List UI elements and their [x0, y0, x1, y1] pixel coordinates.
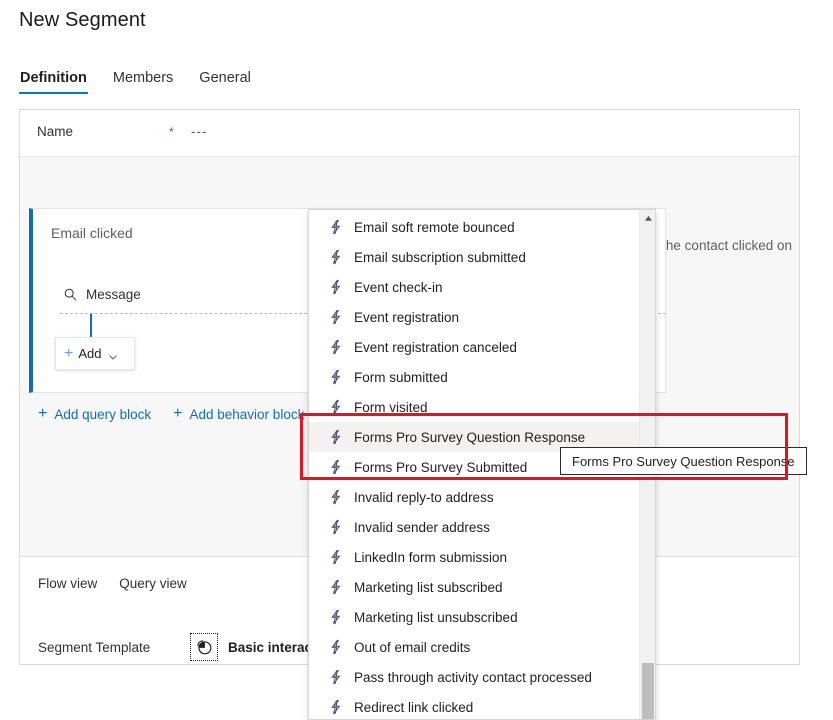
- segment-template-row: Segment Template Basic interaction: [38, 633, 337, 661]
- tab-members-label: Members: [112, 70, 174, 86]
- tab-members[interactable]: Members: [112, 70, 174, 94]
- dropdown-item-label: Event registration: [354, 309, 460, 325]
- dropdown-item[interactable]: Event registration canceled: [309, 332, 641, 362]
- plus-icon: +: [173, 405, 183, 422]
- lightning-bolt-icon: [329, 249, 343, 265]
- lightning-bolt-icon: [329, 639, 343, 655]
- scrollbar-thumb[interactable]: [642, 663, 654, 719]
- dropdown-item[interactable]: Invalid sender address: [309, 512, 641, 542]
- lightning-bolt-icon: [329, 309, 343, 325]
- dropdown-item[interactable]: Marketing list unsubscribed: [309, 602, 641, 632]
- tabstrip: Definition Members General: [19, 70, 252, 94]
- dropdown-item[interactable]: Pass through activity contact processed: [309, 662, 641, 692]
- pie-chart-icon: [190, 633, 218, 661]
- dropdown-item-label: LinkedIn form submission: [354, 549, 508, 565]
- lightning-bolt-icon: [329, 669, 343, 685]
- segment-template-label: Segment Template: [38, 639, 151, 655]
- dropdown-item-label: Forms Pro Survey Question Response: [354, 429, 586, 445]
- add-behavior-block-label: Add behavior block: [189, 406, 305, 422]
- tab-query-view[interactable]: Query view: [119, 576, 187, 591]
- tab-definition[interactable]: Definition: [19, 70, 88, 94]
- dropdown-item[interactable]: Marketing list subscribed: [309, 572, 641, 602]
- dropdown-item-label: Out of email credits: [354, 639, 471, 655]
- tab-general[interactable]: General: [198, 70, 252, 94]
- dropdown-item-label: Invalid sender address: [354, 519, 490, 535]
- lightning-bolt-icon: [329, 339, 343, 355]
- dropdown-item-label: Form visited: [354, 399, 428, 415]
- lightning-bolt-icon: [329, 579, 343, 595]
- dropdown-item[interactable]: Event check-in: [309, 272, 641, 302]
- dropdown-item-label: Email soft remote bounced: [354, 219, 515, 235]
- add-behavior-block-button[interactable]: + Add behavior block: [173, 406, 304, 422]
- add-button[interactable]: + Add: [55, 337, 135, 370]
- lightning-bolt-icon: [329, 399, 343, 415]
- lightning-bolt-icon: [329, 549, 343, 565]
- dropdown-item[interactable]: LinkedIn form submission: [309, 542, 641, 572]
- dropdown-item[interactable]: Out of email credits: [309, 632, 641, 662]
- caret-up-icon[interactable]: [640, 210, 655, 227]
- lightning-bolt-icon: [329, 219, 343, 235]
- dropdown-item-label: Event check-in: [354, 279, 443, 295]
- lightning-bolt-icon: [329, 429, 343, 445]
- dropdown-item[interactable]: Form submitted: [309, 362, 641, 392]
- dropdown-item-label: Marketing list subscribed: [354, 579, 503, 595]
- dropdown-item-label: Invalid reply-to address: [354, 489, 494, 505]
- lightning-bolt-icon: [329, 369, 343, 385]
- name-field-label: Name: [37, 124, 74, 139]
- lightning-bolt-icon: [329, 609, 343, 625]
- plus-icon: +: [64, 344, 74, 362]
- view-tabs: Flow view Query view: [38, 576, 187, 591]
- add-query-block-label: Add query block: [54, 406, 152, 422]
- name-field-value[interactable]: ---: [191, 124, 208, 139]
- dropdown-item-label: Event registration canceled: [354, 339, 517, 355]
- dropdown-item[interactable]: Invalid reply-to address: [309, 482, 641, 512]
- dropdown-item[interactable]: Email subscription submitted: [309, 242, 641, 272]
- attribute-label: Message: [86, 287, 141, 302]
- add-button-label: Add: [78, 346, 102, 361]
- dropdown-item-label: Email subscription submitted: [354, 249, 526, 265]
- chevron-down-icon[interactable]: [108, 349, 118, 360]
- query-block-title: Email clicked: [51, 225, 133, 241]
- plus-icon: +: [38, 405, 48, 422]
- tab-definition-label: Definition: [20, 70, 87, 86]
- app-root: New Segment Definition Members General N…: [0, 0, 833, 720]
- add-query-block-button[interactable]: + Add query block: [38, 406, 151, 422]
- required-asterisk: *: [169, 125, 174, 139]
- dropdown-item-label: Form submitted: [354, 369, 448, 385]
- canvas-actions: + Add query block + Add behavior block: [38, 406, 304, 422]
- lightning-bolt-icon: [329, 459, 343, 475]
- dropdown-item[interactable]: Event registration: [309, 302, 641, 332]
- dropdown-item-label: Forms Pro Survey Submitted: [354, 459, 528, 475]
- dropdown-item-label: Redirect link clicked: [354, 699, 474, 715]
- page-title: New Segment: [19, 9, 146, 31]
- dropdown-item-label: Pass through activity contact processed: [354, 669, 592, 685]
- name-field-row: Name * ---: [20, 110, 799, 157]
- dropdown-item[interactable]: Redirect link clicked: [309, 692, 641, 719]
- lightning-bolt-icon: [329, 519, 343, 535]
- lightning-bolt-icon: [329, 279, 343, 295]
- tooltip-text: Forms Pro Survey Question Response: [572, 453, 795, 469]
- lightning-bolt-icon: [329, 699, 343, 715]
- tab-general-label: General: [199, 70, 251, 86]
- tooltip: Forms Pro Survey Question Response: [560, 447, 807, 475]
- dropdown-item[interactable]: Email soft remote bounced: [309, 212, 641, 242]
- insertion-caret: [90, 314, 92, 338]
- dropdown-item-label: Marketing list unsubscribed: [354, 609, 518, 625]
- lightning-bolt-icon: [329, 489, 343, 505]
- tab-flow-view[interactable]: Flow view: [38, 576, 97, 591]
- search-icon: [63, 287, 78, 302]
- dropdown-item[interactable]: Form visited: [309, 392, 641, 422]
